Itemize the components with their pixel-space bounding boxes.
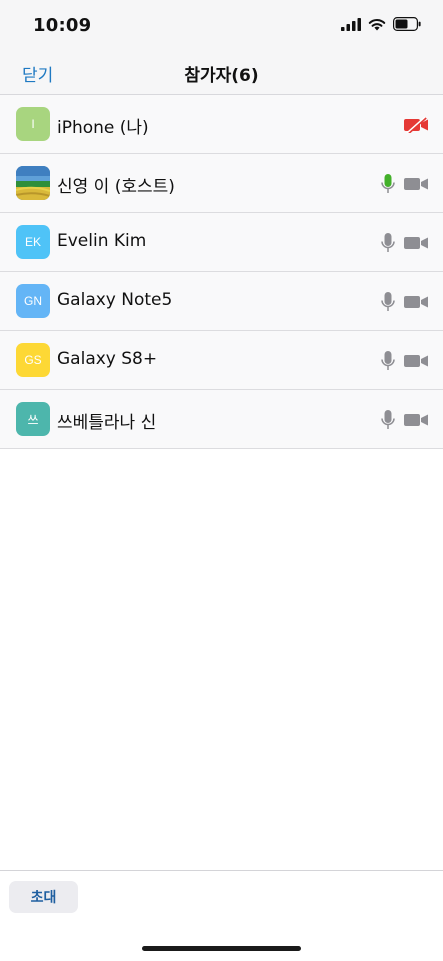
invite-button[interactable]: 초대 [9, 881, 78, 913]
participant-row[interactable]: GN Galaxy Note5 [0, 272, 443, 331]
status-bar: 10:09 [0, 0, 443, 50]
participant-row[interactable]: I iPhone (나) [0, 95, 443, 154]
avatar: I [16, 107, 50, 141]
avatar: EK [16, 225, 50, 259]
participant-name: 신영 이 (호스트) [57, 177, 175, 197]
microphone-active-icon[interactable] [380, 173, 396, 195]
avatar-initials: I [31, 117, 35, 131]
video-camera-icon[interactable] [404, 412, 429, 428]
microphone-icon[interactable] [380, 232, 396, 254]
avatar [16, 166, 50, 200]
video-camera-icon[interactable] [404, 176, 429, 192]
wifi-icon [368, 18, 386, 30]
participant-list: I iPhone (나) 신영 이 (호스트) EK Evelin Kim GN… [0, 95, 443, 449]
status-icons [341, 17, 421, 31]
video-camera-icon[interactable] [404, 294, 429, 310]
video-camera-icon[interactable] [404, 353, 429, 369]
cellular-signal-icon [341, 17, 361, 31]
avatar-initials: GS [24, 353, 42, 367]
video-off-icon[interactable] [404, 117, 429, 133]
page-title: 참가자(6) [184, 66, 259, 86]
bottom-toolbar: 초대 [0, 870, 443, 961]
participant-row[interactable]: GS Galaxy S8+ [0, 331, 443, 390]
participant-name: Galaxy Note5 [57, 290, 173, 310]
nav-bar: 닫기 참가자(6) [0, 50, 443, 95]
microphone-icon[interactable] [380, 409, 396, 431]
battery-icon [393, 17, 421, 31]
participant-row[interactable]: 신영 이 (호스트) [0, 154, 443, 213]
participant-row[interactable]: 쓰 쓰베틀라나 신 [0, 390, 443, 449]
landscape-photo-icon [16, 166, 50, 200]
microphone-icon[interactable] [380, 291, 396, 313]
status-time: 10:09 [33, 15, 92, 36]
participant-name: iPhone (나) [57, 118, 149, 138]
avatar-initials: GN [24, 294, 42, 308]
participant-row[interactable]: EK Evelin Kim [0, 213, 443, 272]
avatar: 쓰 [16, 402, 50, 436]
participant-name: 쓰베틀라나 신 [57, 413, 157, 433]
avatar-initials: EK [24, 235, 41, 249]
participant-name: Galaxy S8+ [57, 349, 158, 369]
video-camera-icon[interactable] [404, 235, 429, 251]
microphone-icon[interactable] [380, 350, 396, 372]
avatar: GS [16, 343, 50, 377]
home-indicator[interactable] [142, 946, 301, 951]
participant-name: Evelin Kim [57, 231, 147, 251]
avatar: GN [16, 284, 50, 318]
avatar-initials: 쓰 [27, 412, 39, 427]
